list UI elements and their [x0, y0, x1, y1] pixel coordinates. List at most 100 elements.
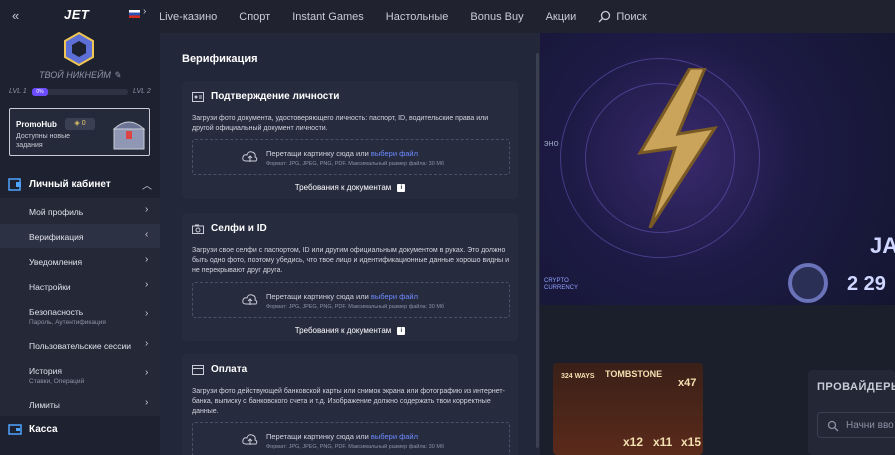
card-title: Подтверждение личности [211, 91, 340, 102]
sidebar-item-settings[interactable]: Настройки › [0, 273, 160, 298]
sidebar-item-history[interactable]: История Ставки, Операций › [0, 357, 160, 391]
requirements-link[interactable]: Требования к документам i [182, 183, 518, 192]
promohub-description: Доступны новые задания [16, 133, 71, 149]
slot-mult: x47 [678, 377, 697, 389]
nav-item-sport[interactable]: Спорт [239, 11, 270, 23]
panel-scrollbar[interactable] [536, 53, 539, 448]
slot-mult: x11 [653, 435, 673, 449]
sidebar-item-hint: Ставки, Операций [29, 378, 85, 385]
chevron-right-icon: › [145, 397, 149, 408]
nav-search-label: Поиск [616, 10, 647, 23]
card-header: Подтверждение личности [192, 91, 339, 102]
level-next: LVL 2 [133, 88, 151, 95]
logo[interactable]: JET [64, 7, 89, 22]
choose-file-link[interactable]: выбери файл [371, 292, 418, 301]
sidebar-item-security[interactable]: Безопасность Пароль, Аутентификация › [0, 298, 160, 332]
dropzone-text: Перетащи картинку сюда или выбери файл [266, 292, 418, 301]
card-title: Оплата [211, 364, 248, 375]
camera-icon [192, 224, 204, 234]
file-dropzone[interactable]: Перетащи картинку сюда или выбери файл Ф… [192, 139, 510, 175]
dropzone-prompt: Перетащи картинку сюда или [266, 432, 371, 441]
choose-file-link[interactable]: выбери файл [371, 432, 418, 441]
lightning-icon [637, 68, 719, 228]
nav-item-bonus-buy[interactable]: Bonus Buy [470, 11, 523, 23]
promohub-title: PromoHub [16, 120, 57, 129]
sidebar-item-label: Мой профиль [29, 207, 84, 217]
chevron-up-icon: ︿ [142, 181, 152, 192]
sidebar-item-label: Лимиты [29, 400, 60, 410]
chevron-right-icon: › [145, 338, 149, 349]
sidebar-item-hint: Пароль, Аутентификация [29, 319, 106, 326]
wallet-icon [8, 178, 21, 191]
slot-ways: 324 WAYS [561, 373, 595, 380]
edit-icon[interactable]: ✎ [113, 70, 121, 80]
selfie-card: Селфи и ID Загрузи свое селфи с паспорто… [182, 213, 518, 341]
promohub-badge-value: 0 [81, 120, 86, 127]
account-submenu: Мой профиль › Верификация ‹ Уведомления … [0, 198, 160, 416]
nav-search-button[interactable]: Поиск [598, 10, 647, 23]
dropzone-prompt: Перетащи картинку сюда или [266, 149, 371, 158]
identity-card: Подтверждение личности Загрузи фото доку… [182, 81, 518, 199]
file-dropzone[interactable]: Перетащи картинку сюда или выбери файл Ф… [192, 282, 510, 318]
choose-file-link[interactable]: выбери файл [371, 149, 418, 158]
sidebar-item-label: История [29, 366, 62, 376]
banner-amount: 2 29 [847, 273, 886, 295]
slot-mult: x12 [623, 435, 644, 449]
sidebar-item-cashier[interactable]: Касса [0, 418, 160, 442]
chevron-left-icon: ‹ [145, 229, 149, 240]
level-current: LVL 1 [9, 88, 27, 95]
info-icon[interactable]: i [397, 183, 406, 192]
dropzone-text: Перетащи картинку сюда или выбери файл [266, 149, 418, 158]
sidebar-item-notifications[interactable]: Уведомления › [0, 248, 160, 273]
dropzone-hint: Формат: JPG, JPEG, PNG, PDF. Максимальны… [266, 161, 445, 167]
sidebar-header: « JET › [0, 0, 160, 30]
promo-banner[interactable]: эно JA 2 29 CRYPTO CURRENCY [540, 33, 895, 305]
sidebar-item-label: Пользовательские сессии [29, 341, 131, 351]
nav-item-table-games[interactable]: Настольные [386, 11, 449, 23]
chevron-right-icon[interactable]: › [143, 6, 146, 17]
dropzone-hint: Формат: JPG, JPEG, PNG, PDF. Максимальны… [266, 444, 445, 450]
nav-item-live-casino[interactable]: Live-казино [159, 11, 217, 23]
nickname[interactable]: ТВОЙ НИКНЕЙМ ✎ [0, 70, 160, 81]
providers-search-placeholder: Начни вво [846, 420, 894, 431]
level-progress-label: 0% [32, 88, 48, 96]
upload-cloud-icon [242, 294, 258, 305]
banner-text: JA [870, 233, 895, 258]
providers-title: ПРОВАЙДЕРЫ [817, 381, 895, 393]
top-navigation: Live-казино Спорт Instant Games Настольн… [159, 0, 895, 33]
providers-search-input[interactable]: Начни вво [817, 412, 895, 438]
credit-card-icon [192, 364, 204, 375]
requirements-label: Требования к документам [294, 183, 392, 192]
upload-cloud-icon [242, 434, 258, 445]
chevron-right-icon: › [145, 279, 149, 290]
nav-item-promotions[interactable]: Акции [546, 11, 577, 23]
sidebar-item-label: Верификация [29, 232, 84, 242]
avatar[interactable] [62, 32, 96, 66]
payment-card: Оплата Загрузи фото действующей банковск… [182, 354, 518, 455]
file-dropzone[interactable]: Перетащи картинку сюда или выбери файл Ф… [192, 422, 510, 455]
chevron-right-icon: › [145, 367, 149, 378]
collapse-sidebar-icon[interactable]: « [12, 8, 19, 23]
background-content: эно JA 2 29 CRYPTO CURRENCY 324 WAYS TOM… [540, 33, 895, 455]
nav-item-instant-games[interactable]: Instant Games [292, 11, 364, 23]
sidebar-item-label: Настройки [29, 282, 71, 292]
russian-flag-icon[interactable] [129, 10, 140, 18]
dropzone-text: Перетащи картинку сюда или выбери файл [266, 432, 418, 441]
sidebar-item-verification[interactable]: Верификация ‹ [0, 223, 160, 248]
personal-account-section[interactable]: Личный кабинет ︿ [0, 172, 160, 197]
verification-panel: Верификация Подтверждение личности Загру… [160, 33, 540, 455]
sidebar-item-sessions[interactable]: Пользовательские сессии › [0, 332, 160, 357]
chevron-right-icon: › [145, 204, 149, 215]
slot-title: TOMBSTONE [605, 369, 663, 379]
info-icon[interactable]: i [397, 326, 406, 335]
nickname-text: ТВОЙ НИКНЕЙМ [39, 70, 111, 80]
id-card-icon [192, 91, 204, 102]
dropzone-hint: Формат: JPG, JPEG, PNG, PDF. Максимальны… [266, 304, 445, 310]
chevron-right-icon: › [145, 308, 149, 319]
promohub-card[interactable]: PromoHub ◈ 0 Доступны новые задания [9, 108, 150, 156]
upload-cloud-icon [242, 151, 258, 162]
sidebar-item-limits[interactable]: Лимиты › [0, 391, 160, 416]
sidebar-item-profile[interactable]: Мой профиль › [0, 198, 160, 223]
requirements-link[interactable]: Требования к документам i [182, 326, 518, 335]
slot-game-card[interactable]: 324 WAYS TOMBSTONE x47 x12 x11 x15 [553, 363, 703, 455]
